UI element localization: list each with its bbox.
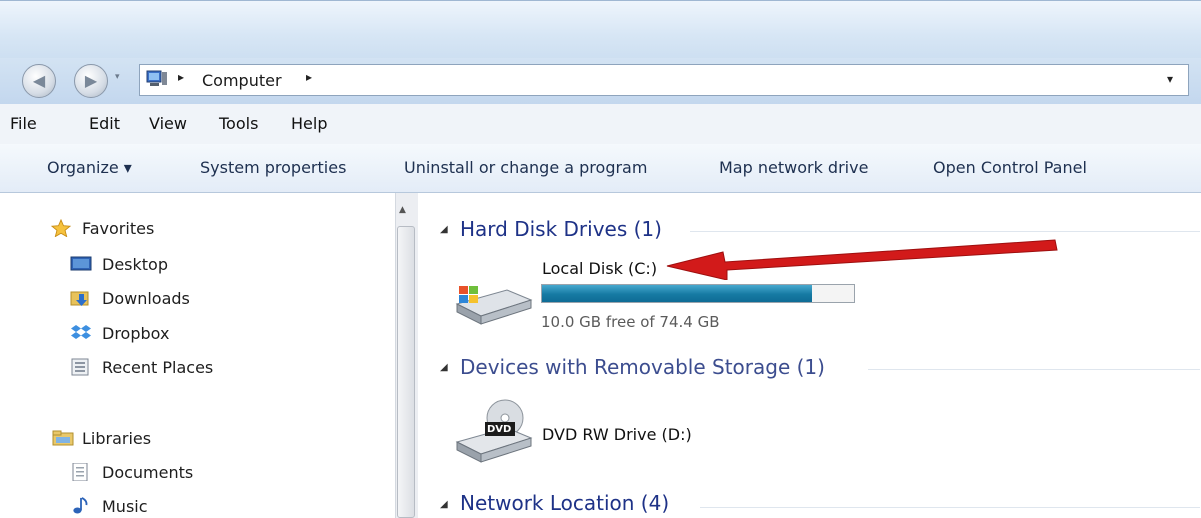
organize-button[interactable]: Organize ▾ xyxy=(47,158,132,177)
menu-edit[interactable]: Edit xyxy=(89,114,120,133)
menu-help[interactable]: Help xyxy=(291,114,327,133)
breadcrumb-separator[interactable]: ▸ xyxy=(306,70,312,84)
nav-item-label: Recent Places xyxy=(102,358,214,377)
address-bar[interactable]: ▸ Computer ▸ ▾ xyxy=(139,64,1189,96)
menu-view[interactable]: View xyxy=(149,114,187,133)
computer-icon xyxy=(146,70,167,86)
open-control-panel-button[interactable]: Open Control Panel xyxy=(933,158,1087,177)
breadcrumb-computer[interactable]: Computer xyxy=(202,71,282,90)
group-header-removable[interactable]: Devices with Removable Storage (1) xyxy=(460,355,825,379)
recent-pages-dropdown[interactable]: ▾ xyxy=(115,72,120,82)
back-button[interactable]: ◀ xyxy=(22,64,56,98)
drive-c-usage-fill xyxy=(542,285,813,302)
back-arrow-icon: ◀ xyxy=(32,71,46,90)
collapse-triangle-icon[interactable]: ◢ xyxy=(440,224,448,235)
nav-favorites-label: Favorites xyxy=(82,219,155,238)
hard-drive-icon xyxy=(455,286,533,325)
group-divider xyxy=(868,369,1200,370)
drive-c-label[interactable]: Local Disk (C:) xyxy=(542,259,657,278)
nav-item-label: Documents xyxy=(102,463,194,482)
address-dropdown-icon[interactable]: ▾ xyxy=(1167,72,1173,86)
nav-item-label: Dropbox xyxy=(102,324,170,343)
drive-c-usage-bar xyxy=(541,284,855,303)
menu-tools[interactable]: Tools xyxy=(219,114,258,133)
nav-item-label: Downloads xyxy=(102,289,190,308)
drive-d-label[interactable]: DVD RW Drive (D:) xyxy=(542,425,692,444)
drive-c-free-space: 10.0 GB free of 74.4 GB xyxy=(541,313,720,331)
scroll-thumb[interactable] xyxy=(397,226,415,518)
uninstall-program-button[interactable]: Uninstall or change a program xyxy=(404,158,647,177)
music-icon xyxy=(73,497,88,514)
documents-icon xyxy=(72,463,88,481)
group-header-network[interactable]: Network Location (4) xyxy=(460,491,669,515)
forward-arrow-icon: ▶ xyxy=(84,71,98,90)
navigation-pane xyxy=(0,193,395,518)
forward-button[interactable]: ▶ xyxy=(74,64,108,98)
collapse-triangle-icon[interactable]: ◢ xyxy=(440,499,448,510)
recent-places-icon xyxy=(71,358,89,376)
system-properties-button[interactable]: System properties xyxy=(200,158,346,177)
map-network-drive-button[interactable]: Map network drive xyxy=(719,158,868,177)
star-icon xyxy=(50,219,72,237)
downloads-icon xyxy=(70,291,89,306)
nav-item-label: Desktop xyxy=(102,255,168,274)
breadcrumb-separator[interactable]: ▸ xyxy=(178,70,184,84)
red-arrow-annotation xyxy=(666,239,1058,280)
nav-libraries-label: Libraries xyxy=(82,429,152,448)
scroll-up-icon[interactable]: ▲ xyxy=(399,205,406,215)
group-divider xyxy=(700,507,1200,508)
collapse-triangle-icon[interactable]: ◢ xyxy=(440,362,448,373)
desktop-icon xyxy=(70,256,92,271)
nav-item-label: Music xyxy=(102,497,148,516)
menu-file[interactable]: File xyxy=(10,114,37,133)
dropbox-icon xyxy=(71,325,91,339)
window-title-bar xyxy=(0,0,1201,59)
libraries-icon xyxy=(52,430,74,446)
dvd-badge: DVD xyxy=(487,424,512,435)
group-header-hard-disk[interactable]: Hard Disk Drives (1) xyxy=(460,217,662,241)
